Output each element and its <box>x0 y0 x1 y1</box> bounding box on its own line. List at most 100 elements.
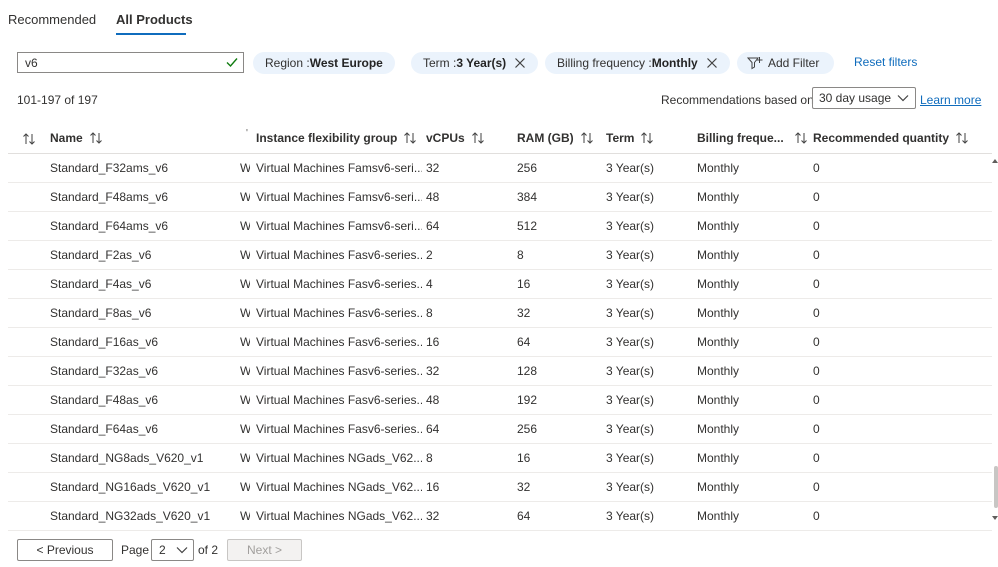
table-row[interactable]: Standard_NG8ads_V620_v1 W Virtual Machin… <box>8 444 992 473</box>
cell-recommended-quantity: 0 <box>813 480 820 494</box>
cell-vcpus: 16 <box>426 335 440 349</box>
cell-instance-flexibility-group: Virtual Machines Fasv6-series... <box>256 248 422 262</box>
cell-recommended-quantity: 0 <box>813 393 820 407</box>
cell-recommended-quantity: 0 <box>813 451 820 465</box>
column-header-instance-flexibility-group[interactable]: Instance flexibility group <box>256 131 417 145</box>
sort-icon <box>404 132 417 144</box>
cell-name: Standard_NG8ads_V620_v1 <box>50 451 204 465</box>
dismiss-icon[interactable] <box>706 57 718 69</box>
usage-period-value: 30 day usage <box>819 91 892 105</box>
scroll-down-arrow-icon[interactable] <box>991 514 998 522</box>
cell-term: 3 Year(s) <box>606 393 655 407</box>
chevron-down-icon <box>897 95 909 102</box>
check-icon <box>226 58 238 68</box>
scrollbar-thumb[interactable] <box>994 466 998 508</box>
sort-icon <box>641 132 654 144</box>
cell-truncated: W <box>240 248 250 262</box>
cell-term: 3 Year(s) <box>606 451 655 465</box>
cell-recommended-quantity: 0 <box>813 422 820 436</box>
reset-filters-link[interactable]: Reset filters <box>854 55 917 69</box>
column-resize-handle[interactable]: ' <box>246 128 248 139</box>
table-row[interactable]: Standard_F32ams_v6 W Virtual Machines Fa… <box>8 154 992 183</box>
column-header-billing-frequency[interactable]: Billing freque... <box>697 131 808 145</box>
cell-truncated: W <box>240 480 250 494</box>
column-header-name[interactable]: Name <box>50 131 103 145</box>
search-input[interactable]: v6 <box>17 52 244 73</box>
table-row[interactable]: Standard_F64ams_v6 W Virtual Machines Fa… <box>8 212 992 241</box>
cell-billing-frequency: Monthly <box>697 364 740 378</box>
column-header-recommended-quantity[interactable]: Recommended quantity <box>813 131 969 145</box>
cell-instance-flexibility-group: Virtual Machines NGads_V62... <box>256 451 422 465</box>
filter-pill-region[interactable]: Region : West Europe <box>253 52 395 74</box>
learn-more-link[interactable]: Learn more <box>920 93 981 107</box>
column-header-ram[interactable]: RAM (GB) <box>517 131 594 145</box>
current-page-value: 2 <box>159 543 166 557</box>
cell-ram: 192 <box>517 393 538 407</box>
add-filter-label: Add Filter <box>768 56 820 70</box>
add-filter-button[interactable]: Add Filter <box>737 52 834 74</box>
cell-truncated: W <box>240 190 250 204</box>
column-header-term[interactable]: Term <box>606 131 654 145</box>
scroll-up-arrow-icon[interactable] <box>991 157 998 165</box>
cell-billing-frequency: Monthly <box>697 248 740 262</box>
cell-billing-frequency: Monthly <box>697 393 740 407</box>
chevron-down-icon <box>176 547 188 554</box>
cell-instance-flexibility-group: Virtual Machines Fasv6-series... <box>256 364 422 378</box>
table-row[interactable]: Standard_F32as_v6 W Virtual Machines Fas… <box>8 357 992 386</box>
filter-key: Billing frequency : <box>557 56 652 70</box>
table-row[interactable]: Standard_F64as_v6 W Virtual Machines Fas… <box>8 415 992 444</box>
table-row[interactable]: Standard_NG16ads_V620_v1 W Virtual Machi… <box>8 473 992 502</box>
cell-billing-frequency: Monthly <box>697 277 740 291</box>
filter-key: Term : <box>423 56 457 70</box>
table-row[interactable]: Standard_F48ams_v6 W Virtual Machines Fa… <box>8 183 992 212</box>
cell-instance-flexibility-group: Virtual Machines Fasv6-series... <box>256 335 422 349</box>
cell-recommended-quantity: 0 <box>813 161 820 175</box>
page-total-label: of 2 <box>198 543 219 557</box>
cell-term: 3 Year(s) <box>606 248 655 262</box>
cell-recommended-quantity: 0 <box>813 335 820 349</box>
cell-term: 3 Year(s) <box>606 306 655 320</box>
next-page-button[interactable]: Next > <box>227 539 302 561</box>
sort-icon[interactable] <box>22 133 36 145</box>
column-header-vcpus[interactable]: vCPUs <box>426 131 485 145</box>
dismiss-icon[interactable] <box>514 57 526 69</box>
cell-recommended-quantity: 0 <box>813 219 820 233</box>
page-select[interactable]: 2 <box>151 539 194 561</box>
cell-name: Standard_F8as_v6 <box>50 306 152 320</box>
cell-vcpus: 32 <box>426 364 440 378</box>
previous-page-button[interactable]: < Previous <box>17 539 113 561</box>
filter-pill-billing-frequency[interactable]: Billing frequency : Monthly <box>545 52 730 74</box>
cell-ram: 512 <box>517 219 538 233</box>
cell-instance-flexibility-group: Virtual Machines Famsv6-seri... <box>256 190 422 204</box>
cell-instance-flexibility-group: Virtual Machines NGads_V62... <box>256 509 422 523</box>
filter-value: Monthly <box>651 56 698 70</box>
table-row[interactable]: Standard_F4as_v6 W Virtual Machines Fasv… <box>8 270 992 299</box>
cell-billing-frequency: Monthly <box>697 422 740 436</box>
tab-bar: Recommended All Products <box>0 0 998 40</box>
filter-pill-term[interactable]: Term : 3 Year(s) <box>411 52 539 74</box>
cell-term: 3 Year(s) <box>606 422 655 436</box>
sort-icon <box>89 132 102 144</box>
tab-all-products[interactable]: All Products <box>116 12 193 27</box>
table-row[interactable]: Standard_F16as_v6 W Virtual Machines Fas… <box>8 328 992 357</box>
cell-truncated: W <box>240 277 250 291</box>
cell-instance-flexibility-group: Virtual Machines NGads_V62... <box>256 480 422 494</box>
search-input-value: v6 <box>25 56 38 70</box>
cell-vcpus: 8 <box>426 451 433 465</box>
cell-term: 3 Year(s) <box>606 335 655 349</box>
table-row[interactable]: Standard_F2as_v6 W Virtual Machines Fasv… <box>8 241 992 270</box>
cell-billing-frequency: Monthly <box>697 161 740 175</box>
cell-billing-frequency: Monthly <box>697 219 740 233</box>
cell-truncated: W <box>240 219 250 233</box>
table-row[interactable]: Standard_F8as_v6 W Virtual Machines Fasv… <box>8 299 992 328</box>
cell-instance-flexibility-group: Virtual Machines Fasv6-series... <box>256 306 422 320</box>
cell-recommended-quantity: 0 <box>813 509 820 523</box>
cell-term: 3 Year(s) <box>606 190 655 204</box>
cell-vcpus: 2 <box>426 248 433 262</box>
table-row[interactable]: Standard_F48as_v6 W Virtual Machines Fas… <box>8 386 992 415</box>
cell-truncated: W <box>240 335 250 349</box>
usage-period-select[interactable]: 30 day usage <box>812 87 916 109</box>
cell-recommended-quantity: 0 <box>813 277 820 291</box>
table-row[interactable]: Standard_NG32ads_V620_v1 W Virtual Machi… <box>8 502 992 531</box>
tab-recommended[interactable]: Recommended <box>8 12 96 27</box>
